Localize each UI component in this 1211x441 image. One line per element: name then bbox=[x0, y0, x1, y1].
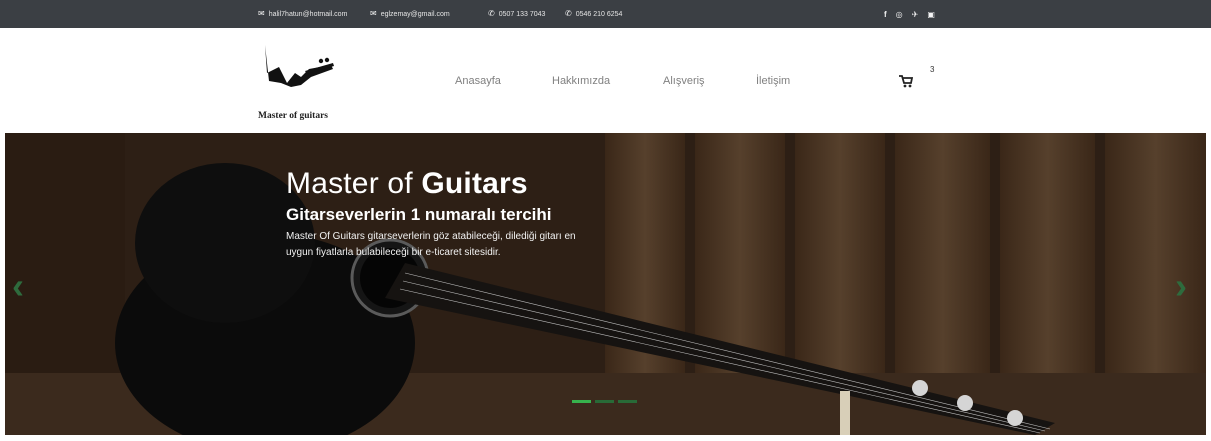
phone-contact-2[interactable]: ✆ 0546 210 6254 bbox=[565, 0, 622, 28]
nav-item-alisveris[interactable]: Alışveriş bbox=[663, 75, 705, 87]
envelope-icon: ✉ bbox=[258, 9, 265, 18]
chevron-left-icon: ‹ bbox=[12, 265, 24, 306]
hero-title-bold: Guitars bbox=[421, 167, 528, 200]
email-contact-1[interactable]: ✉ halil7hatun@hotmail.com bbox=[258, 0, 347, 28]
phone-contact-1[interactable]: ✆ 0507 133 7043 bbox=[488, 0, 545, 28]
nav-item-anasayfa[interactable]: Anasayfa bbox=[455, 75, 501, 87]
youtube-icon[interactable]: ▣ bbox=[927, 10, 935, 19]
nav-item-iletisim[interactable]: İletişim bbox=[756, 75, 790, 87]
cart-button[interactable]: 3 bbox=[899, 65, 934, 94]
site-logo[interactable]: Master of guitars bbox=[258, 43, 338, 128]
hero-background-image bbox=[5, 133, 1206, 435]
carousel-prev-button[interactable]: ‹ bbox=[12, 268, 24, 304]
email-text-1: halil7hatun@hotmail.com bbox=[268, 10, 348, 18]
carousel-indicator-1[interactable] bbox=[572, 400, 591, 403]
hero-caption: Master of Guitars Gitarseverlerin 1 numa… bbox=[286, 167, 586, 261]
nav-item-hakkimizda[interactable]: Hakkımızda bbox=[552, 75, 610, 87]
phone-text-2: 0546 210 6254 bbox=[575, 10, 623, 18]
hero-carousel: Master of Guitars Gitarseverlerin 1 numa… bbox=[5, 133, 1206, 435]
email-text-2: eglzemay@gmail.com bbox=[380, 10, 450, 18]
carousel-next-button[interactable]: › bbox=[1175, 268, 1187, 304]
hero-description: Master Of Guitars gitarseverlerin göz at… bbox=[286, 231, 576, 258]
hero-subtitle: Gitarseverlerin 1 numaralı tercihi bbox=[286, 205, 552, 224]
site-header: Master of guitars Anasayfa Hakkımızda Al… bbox=[0, 28, 1211, 133]
guitar-logo-icon bbox=[265, 45, 334, 87]
phone-icon: ✆ bbox=[565, 9, 572, 18]
instagram-icon[interactable]: ◎ bbox=[896, 10, 903, 19]
facebook-icon[interactable]: f bbox=[884, 10, 887, 19]
carousel-indicators bbox=[572, 400, 637, 403]
carousel-indicator-2[interactable] bbox=[595, 400, 614, 403]
top-bar: ✉ halil7hatun@hotmail.com ✉ eglzemay@gma… bbox=[0, 0, 1211, 28]
phone-text-1: 0507 133 7043 bbox=[498, 10, 546, 18]
hero-title-light: Master of bbox=[286, 167, 422, 200]
hero-title: Master of Guitars bbox=[286, 167, 586, 201]
twitter-icon[interactable]: ✈ bbox=[912, 10, 919, 19]
envelope-icon: ✉ bbox=[370, 9, 377, 18]
carousel-indicator-3[interactable] bbox=[618, 400, 637, 403]
chevron-right-icon: › bbox=[1175, 265, 1187, 306]
cart-icon bbox=[899, 75, 913, 88]
social-links: f ◎ ✈ ▣ bbox=[884, 0, 935, 28]
phone-icon: ✆ bbox=[488, 9, 495, 18]
brand-name: Master of guitars bbox=[258, 111, 329, 121]
email-contact-2[interactable]: ✉ eglzemay@gmail.com bbox=[370, 0, 450, 28]
cart-count-badge: 3 bbox=[930, 65, 935, 74]
